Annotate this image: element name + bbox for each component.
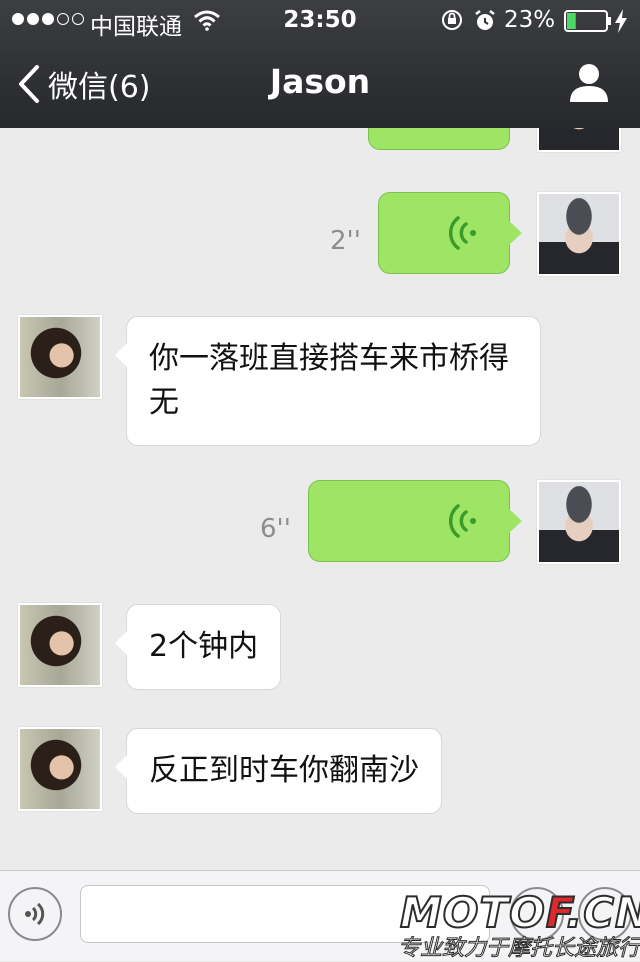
contact-avatar[interactable] [18, 603, 102, 687]
charging-bolt-icon [615, 9, 627, 33]
my-avatar[interactable] [537, 480, 621, 564]
voice-wave-icon [449, 216, 476, 250]
voice-wave-icon [449, 504, 476, 538]
text-message-bubble[interactable]: 2个钟内 [114, 604, 282, 690]
chat-title: Jason [269, 62, 371, 101]
contact-avatar[interactable] [18, 727, 102, 811]
navigation-bar: 微信(6) Jason [0, 40, 640, 128]
voice-duration: 2'' [330, 226, 361, 256]
voice-message-bubble[interactable] [308, 480, 522, 562]
voice-input-toggle[interactable] [8, 887, 62, 941]
status-bar: 中国联通 23:50 23% [0, 0, 640, 40]
text-message-bubble[interactable]: 你一落班直接搭车来市桥得无 [115, 316, 541, 446]
text-message-bubble[interactable]: 反正到时车你翻南沙 [115, 728, 442, 814]
message-text: 你一落班直接搭车来市桥得无 [149, 341, 509, 420]
chat-area[interactable]: 2'' 你一落班直接搭车来市桥得无 6'' 2个钟内 反正到时车你翻南沙 [0, 0, 640, 870]
alarm-icon [475, 10, 495, 30]
speaker-icon [25, 902, 45, 926]
message-text: 2个钟内 [149, 629, 259, 664]
battery-percent: 23% [504, 7, 556, 33]
battery-icon [564, 10, 611, 32]
contact-info-button[interactable] [568, 62, 610, 108]
rotation-lock-icon [442, 10, 462, 30]
voice-duration: 6'' [260, 514, 291, 544]
my-avatar[interactable] [537, 192, 621, 276]
voice-message-bubble[interactable] [378, 192, 522, 274]
message-text: 反正到时车你翻南沙 [149, 753, 419, 788]
contact-avatar[interactable] [18, 315, 102, 399]
watermark-tagline: 专业致力于摩托长途旅行 [398, 936, 640, 962]
top-bar: 中国联通 23:50 23% 微信(6) Jason [0, 0, 640, 128]
person-icon [570, 64, 608, 102]
battery-fill [567, 13, 576, 29]
